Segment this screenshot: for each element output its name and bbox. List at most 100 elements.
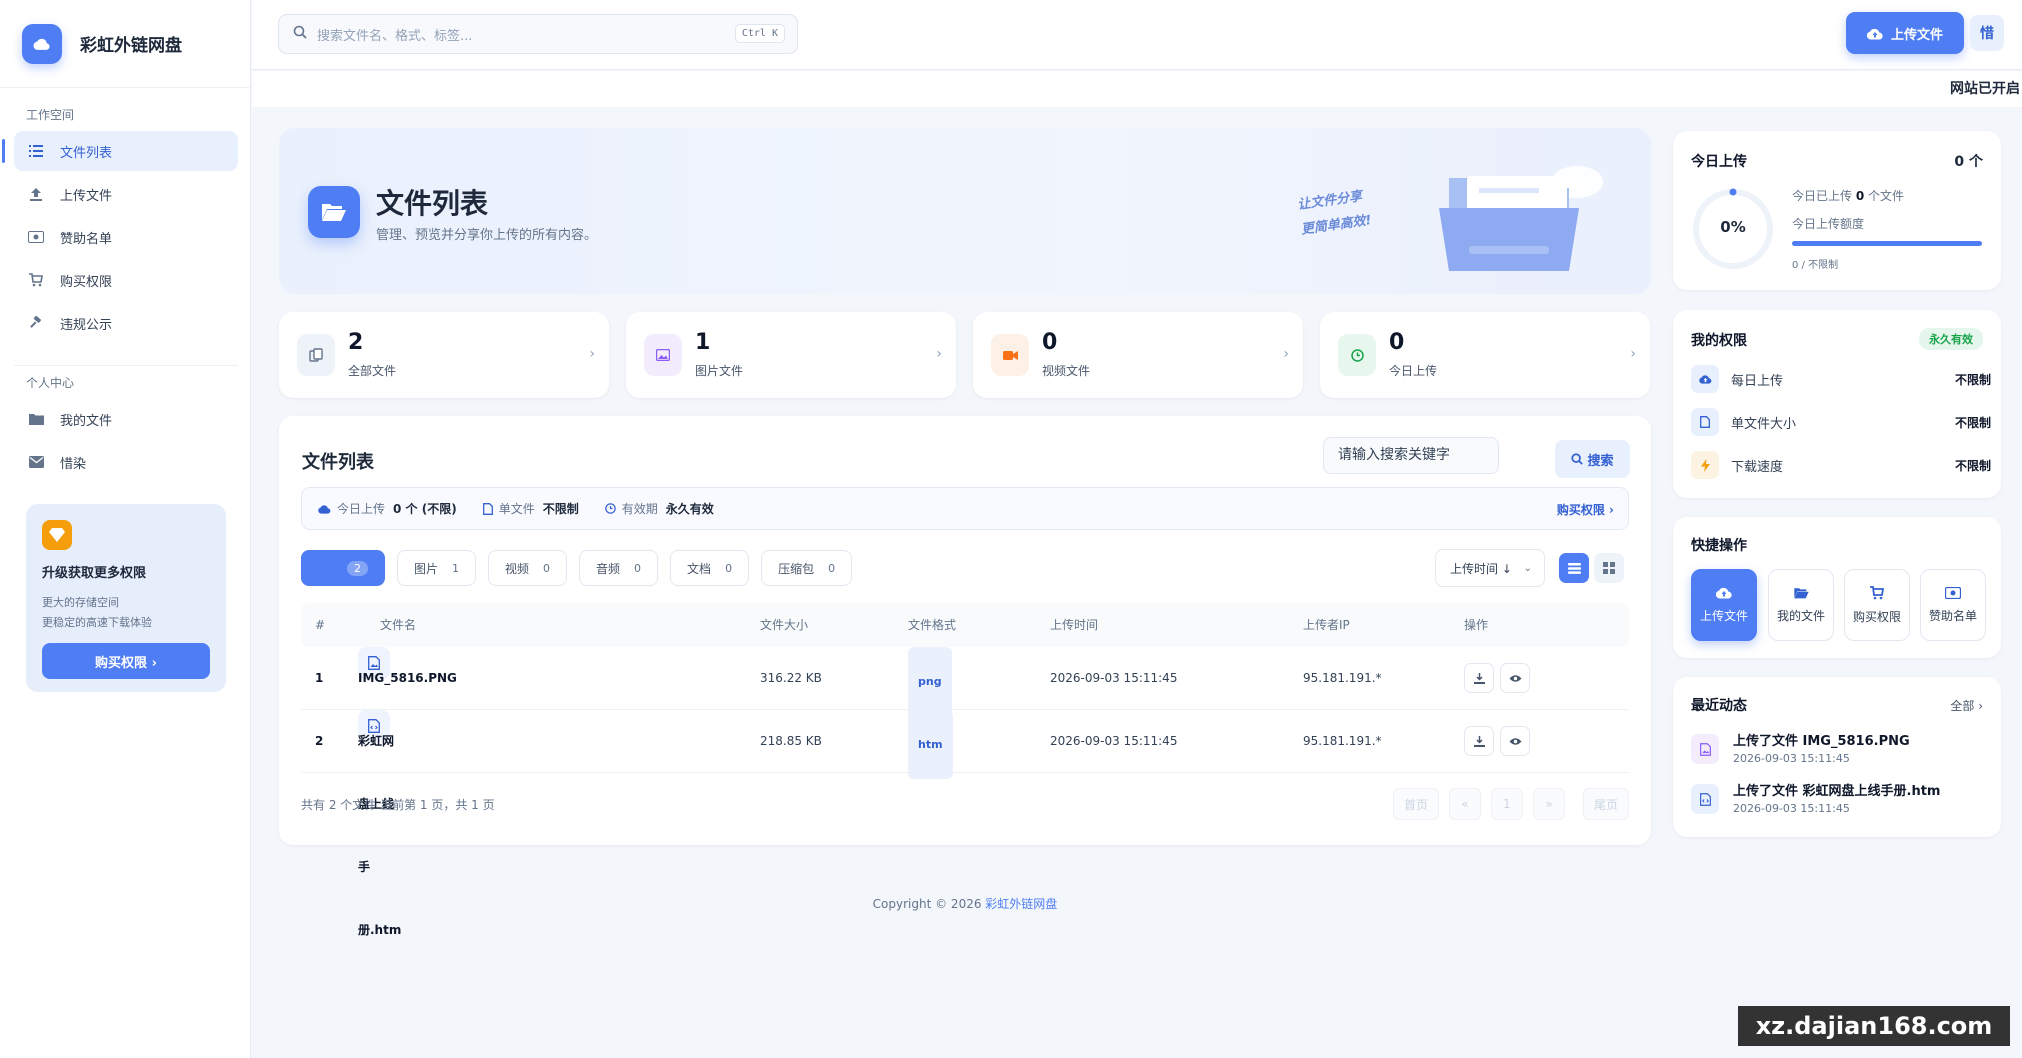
quick-action-label: 购买权限 bbox=[1852, 609, 1901, 624]
stat-card-today[interactable]: 0 今日上传 › bbox=[1320, 312, 1650, 398]
permission-value: 不限制 bbox=[1954, 458, 1991, 473]
quick-upload-button[interactable]: 上传文件 bbox=[1691, 569, 1757, 641]
stat-card-videos[interactable]: 0 视频文件 › bbox=[973, 312, 1303, 398]
site-watermark: xz.dajian168.com bbox=[1738, 1006, 2010, 1046]
column-header: # bbox=[315, 618, 326, 632]
row-index: 2 bbox=[315, 734, 324, 748]
tab-label: 视频 bbox=[505, 561, 530, 576]
activity-text: 上传了文件 彩虹网盘上线手册.htm 2026-09-03 15:11:45 bbox=[1733, 780, 1940, 815]
file-type-tabs: 2 图片 1 视频 0 音频 0 文档 0 压缩包 0 bbox=[301, 550, 864, 586]
diamond-icon bbox=[42, 520, 72, 550]
page-first-button[interactable]: 首页 bbox=[1393, 788, 1439, 820]
buy-permission-link[interactable]: 购买权限 › bbox=[1557, 501, 1614, 518]
quota-size: 单文件 不限制 bbox=[482, 500, 579, 517]
cloud-upload-icon bbox=[1866, 28, 1883, 40]
sidebar-item-buy[interactable]: 购买权限 bbox=[14, 260, 238, 300]
quick-actions-card: 快捷操作 上传文件 我的文件 购买权限 赞助名单 bbox=[1673, 517, 2001, 658]
shortcut-hint: Ctrl K bbox=[734, 24, 785, 43]
sort-select[interactable]: 上传时间 ↓ ⌄ bbox=[1435, 549, 1545, 587]
preview-button[interactable] bbox=[1500, 663, 1530, 693]
page-next-button[interactable]: » bbox=[1533, 788, 1565, 820]
quota-expire-value: 永久有效 bbox=[665, 502, 714, 516]
global-search-input[interactable]: 搜索文件名、格式、标签... Ctrl K bbox=[278, 14, 798, 54]
money-icon bbox=[1945, 586, 1961, 599]
promo-buy-button[interactable]: 购买权限 › bbox=[42, 643, 210, 679]
workspace-section-title: 工作空间 bbox=[26, 108, 75, 122]
clock-icon bbox=[604, 503, 616, 514]
folder-open-icon bbox=[1793, 587, 1809, 598]
quota-today: 今日上传 0 个 (不限) bbox=[318, 500, 457, 517]
tab-count: 0 bbox=[725, 561, 733, 575]
sidebar-item-sponsors[interactable]: 赞助名单 bbox=[14, 217, 238, 257]
quick-action-label: 赞助名单 bbox=[1928, 608, 1977, 623]
quick-action-label: 上传文件 bbox=[1699, 609, 1748, 623]
copyright: Copyright © 2026 彩虹外链网盘 bbox=[0, 895, 1930, 912]
announcement-ticker: 网站已开启 bbox=[252, 71, 2022, 107]
sidebar-item-profile[interactable]: 惜染 bbox=[14, 442, 238, 482]
activity-title: 上传了文件 彩虹网盘上线手册.htm bbox=[1733, 784, 1941, 799]
lightning-icon bbox=[1691, 451, 1719, 479]
file-name-text: 彩虹网盘上线手册.htm bbox=[358, 734, 402, 937]
keyword-search-input[interactable]: 请输入搜索关键字 bbox=[1323, 437, 1499, 474]
chevron-down-icon: ⌄ bbox=[1523, 562, 1532, 574]
grid-view-button[interactable] bbox=[1594, 553, 1624, 583]
stat-card-images[interactable]: 1 图片文件 › bbox=[626, 312, 956, 398]
quick-buy-button[interactable]: 购买权限 bbox=[1844, 569, 1910, 641]
gavel-icon bbox=[28, 315, 44, 331]
tab-label: 文档 bbox=[687, 561, 712, 576]
copyright-link[interactable]: 彩虹外链网盘 bbox=[985, 897, 1057, 911]
quick-my-files-button[interactable]: 我的文件 bbox=[1768, 569, 1834, 641]
list-view-button[interactable] bbox=[1559, 553, 1589, 583]
chevron-right-icon: › bbox=[1630, 346, 1636, 362]
table-row[interactable]: 1 IMG_5816.PNG 316.22 KB png 2026-09-03 … bbox=[301, 647, 1629, 716]
recent-all-link[interactable]: 全部 › bbox=[1950, 697, 1983, 714]
file-list-card: 文件列表 请输入搜索关键字 搜索 今日上传 0 个 (不限) 单文件 不限制 有效期… bbox=[279, 416, 1651, 937]
cloud-logo-icon bbox=[22, 23, 62, 64]
tab-audio[interactable]: 音频 0 bbox=[579, 550, 659, 586]
sidebar-item-my-files[interactable]: 我的文件 bbox=[14, 399, 238, 439]
activity-item[interactable]: 上传了文件 IMG_5816.PNG 2026-09-03 15:11:45 bbox=[1691, 730, 1991, 765]
uploader-ip: 95.181.191.* bbox=[1303, 671, 1382, 685]
sidebar-item-label: 我的文件 bbox=[60, 413, 113, 429]
tab-all[interactable]: 2 bbox=[301, 550, 385, 586]
page-last-button[interactable]: 尾页 bbox=[1583, 788, 1629, 820]
tab-images[interactable]: 图片 1 bbox=[397, 550, 477, 586]
column-header: 文件大小 bbox=[760, 618, 809, 632]
preview-button[interactable] bbox=[1500, 726, 1530, 756]
folder-open-icon bbox=[308, 186, 360, 238]
tab-archives[interactable]: 压缩包 0 bbox=[761, 550, 853, 586]
download-button[interactable] bbox=[1464, 663, 1494, 693]
column-header: 文件格式 bbox=[908, 618, 957, 632]
search-button[interactable]: 搜索 bbox=[1555, 440, 1630, 478]
stat-card-all-files[interactable]: 2 全部文件 › bbox=[279, 312, 609, 398]
upload-icon bbox=[28, 186, 44, 202]
activity-item[interactable]: 上传了文件 彩虹网盘上线手册.htm 2026-09-03 15:11:45 bbox=[1691, 780, 1991, 815]
table-row[interactable]: 2 彩虹网盘上线手册.htm 218.85 KB htm 2026-09-03 … bbox=[301, 710, 1629, 937]
tab-label: 图片 bbox=[414, 561, 439, 576]
permission-value: 不限制 bbox=[1954, 372, 1991, 387]
sort-label: 上传时间 ↓ bbox=[1450, 561, 1512, 576]
quick-sponsors-button[interactable]: 赞助名单 bbox=[1920, 569, 1986, 641]
quick-actions-title: 快捷操作 bbox=[1691, 538, 1747, 554]
file-icon bbox=[482, 502, 493, 515]
sidebar-item-label: 赞助名单 bbox=[60, 231, 113, 247]
row-index: 1 bbox=[315, 671, 324, 685]
page-number-button[interactable]: 1 bbox=[1491, 788, 1523, 820]
cloud-upload-icon bbox=[1716, 587, 1732, 599]
brand[interactable]: 彩虹外链网盘 bbox=[0, 0, 250, 88]
upload-button[interactable]: 上传文件 bbox=[1846, 12, 1964, 54]
tab-documents[interactable]: 文档 0 bbox=[670, 550, 750, 586]
quota-size-value: 不限制 bbox=[542, 502, 579, 516]
sidebar-item-file-list[interactable]: 文件列表 bbox=[2, 131, 238, 171]
tab-videos[interactable]: 视频 0 bbox=[488, 550, 568, 586]
user-avatar-button[interactable]: 惜 bbox=[1970, 15, 2004, 51]
today-percent: 0% bbox=[1720, 218, 1746, 236]
sidebar-divider bbox=[14, 365, 238, 366]
copyright-text: Copyright © 2026 bbox=[872, 897, 986, 911]
sidebar-item-violations[interactable]: 违规公示 bbox=[14, 303, 238, 343]
today-uploaded-prefix: 今日已上传 bbox=[1792, 189, 1853, 203]
download-button[interactable] bbox=[1464, 726, 1494, 756]
sidebar-item-upload[interactable]: 上传文件 bbox=[14, 174, 238, 214]
page-prev-button[interactable]: « bbox=[1449, 788, 1481, 820]
file-name-text: IMG_5816.PNG bbox=[358, 671, 457, 685]
